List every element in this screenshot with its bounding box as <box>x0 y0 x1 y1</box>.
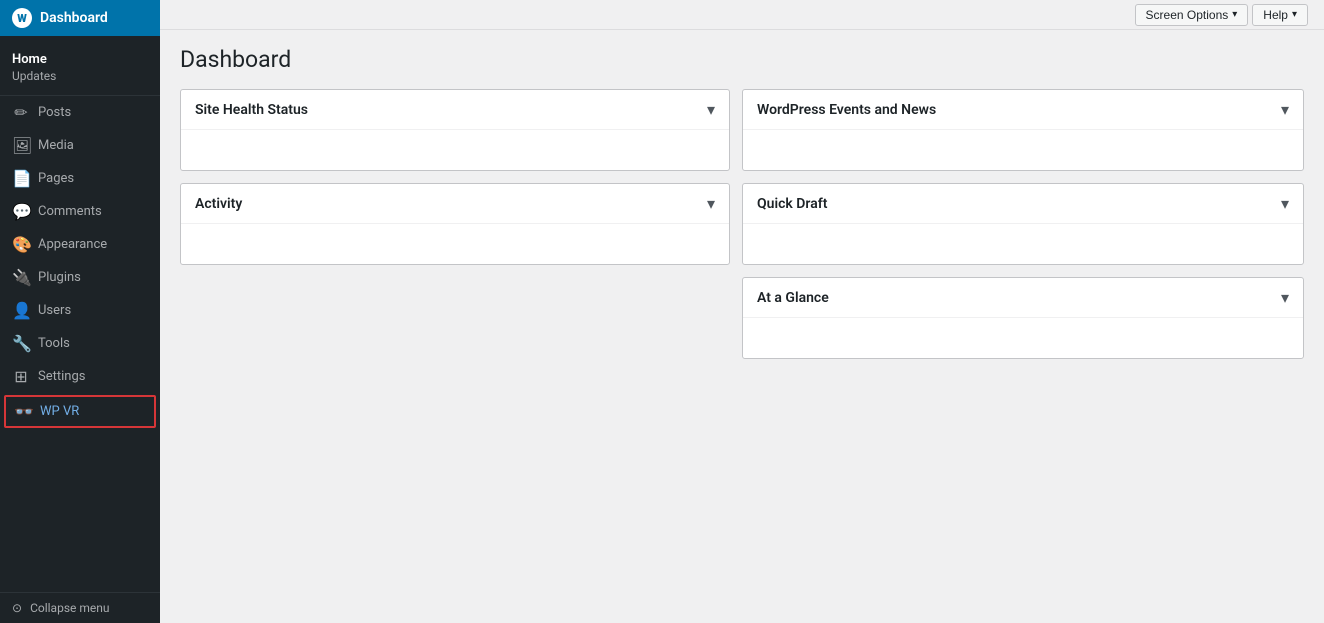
widget-quick-draft-header[interactable]: Quick Draft ▾ <box>743 184 1303 224</box>
widget-at-a-glance-body <box>743 318 1303 358</box>
widget-site-health-header[interactable]: Site Health Status ▾ <box>181 90 729 130</box>
collapse-icon: ⊙ <box>12 601 22 615</box>
sidebar-item-tools-label: Tools <box>38 336 70 351</box>
sidebar-header-label: Dashboard <box>40 10 108 26</box>
settings-icon: ⊞ <box>12 367 30 386</box>
wp-logo-icon <box>12 8 32 28</box>
sidebar-item-plugins[interactable]: 🔌 Plugins <box>0 261 160 294</box>
users-icon: 👤 <box>12 301 30 320</box>
sidebar-item-pages[interactable]: 📄 Pages <box>0 162 160 195</box>
appearance-icon: 🎨 <box>12 235 30 254</box>
sidebar-item-wpvr-label: WP VR <box>40 404 79 419</box>
widget-quick-draft: Quick Draft ▾ <box>742 183 1304 265</box>
widget-column-left: Site Health Status ▾ Activity ▾ <box>180 89 742 359</box>
pages-icon: 📄 <box>12 169 30 188</box>
widget-quick-draft-body <box>743 224 1303 264</box>
widget-column-right: WordPress Events and News ▾ Quick Draft … <box>742 89 1304 359</box>
screen-options-button[interactable]: Screen Options ▾ <box>1135 4 1249 26</box>
page-title: Dashboard <box>180 46 1304 73</box>
plugins-icon: 🔌 <box>12 268 30 287</box>
main-content: Screen Options ▾ Help ▾ Dashboard Site H… <box>160 0 1324 623</box>
widget-site-health-body <box>181 130 729 170</box>
sidebar-item-media[interactable]: 🖼 Media <box>0 129 160 162</box>
widget-site-health-title: Site Health Status <box>195 102 308 118</box>
comments-icon: 💬 <box>12 202 30 221</box>
widget-activity-header[interactable]: Activity ▾ <box>181 184 729 224</box>
widget-activity-toggle[interactable]: ▾ <box>707 194 715 213</box>
widget-at-a-glance-header[interactable]: At a Glance ▾ <box>743 278 1303 318</box>
widget-at-a-glance-title: At a Glance <box>757 290 829 306</box>
sidebar-header[interactable]: Dashboard <box>0 0 160 36</box>
widget-activity-title: Activity <box>195 196 242 212</box>
tools-icon: 🔧 <box>12 334 30 353</box>
sidebar-item-appearance[interactable]: 🎨 Appearance <box>0 228 160 261</box>
sidebar-item-plugins-label: Plugins <box>38 270 81 285</box>
widget-site-health: Site Health Status ▾ <box>180 89 730 171</box>
home-link[interactable]: Home <box>12 52 148 67</box>
dashboard-content: Dashboard Site Health Status ▾ Activity … <box>160 30 1324 623</box>
sidebar-item-comments[interactable]: 💬 Comments <box>0 195 160 228</box>
home-section: Home Updates <box>0 36 160 96</box>
help-chevron: ▾ <box>1292 9 1297 20</box>
sidebar-nav: ✏ Posts 🖼 Media 📄 Pages 💬 Comments 🎨 App… <box>0 96 160 592</box>
media-icon: 🖼 <box>12 136 30 155</box>
sidebar-item-settings-label: Settings <box>38 369 85 384</box>
widget-activity: Activity ▾ <box>180 183 730 265</box>
sidebar-item-wpvr[interactable]: 👓 WP VR <box>4 395 156 428</box>
widget-wp-events-toggle[interactable]: ▾ <box>1281 100 1289 119</box>
widget-wp-events-header[interactable]: WordPress Events and News ▾ <box>743 90 1303 130</box>
sidebar-item-comments-label: Comments <box>38 204 102 219</box>
widget-at-a-glance: At a Glance ▾ <box>742 277 1304 359</box>
sidebar-home: Home Updates <box>0 44 160 87</box>
screen-options-label: Screen Options <box>1146 8 1229 22</box>
sidebar-item-users[interactable]: 👤 Users <box>0 294 160 327</box>
sidebar-item-posts[interactable]: ✏ Posts <box>0 96 160 129</box>
sidebar-item-wpvr-wrapper: 👓 WP VR Get Started Tours Add New Tour W… <box>0 395 160 428</box>
widget-activity-body <box>181 224 729 264</box>
wpvr-icon: 👓 <box>14 402 32 421</box>
sidebar: Dashboard Home Updates ✏ Posts 🖼 Media 📄… <box>0 0 160 623</box>
sidebar-item-settings[interactable]: ⊞ Settings <box>0 360 160 393</box>
widget-at-a-glance-toggle[interactable]: ▾ <box>1281 288 1289 307</box>
collapse-menu-button[interactable]: ⊙ Collapse menu <box>0 592 160 623</box>
updates-link[interactable]: Updates <box>12 67 148 83</box>
screen-options-chevron: ▾ <box>1232 9 1237 20</box>
sidebar-item-appearance-label: Appearance <box>38 237 107 252</box>
widget-site-health-toggle[interactable]: ▾ <box>707 100 715 119</box>
collapse-label: Collapse menu <box>30 601 109 615</box>
sidebar-item-pages-label: Pages <box>38 171 74 186</box>
posts-icon: ✏ <box>12 103 30 122</box>
widget-quick-draft-title: Quick Draft <box>757 196 827 212</box>
widget-quick-draft-toggle[interactable]: ▾ <box>1281 194 1289 213</box>
sidebar-item-users-label: Users <box>38 303 71 318</box>
sidebar-item-tools[interactable]: 🔧 Tools <box>0 327 160 360</box>
help-label: Help <box>1263 8 1288 22</box>
widget-grid: Site Health Status ▾ Activity ▾ <box>180 89 1304 359</box>
sidebar-item-posts-label: Posts <box>38 105 71 120</box>
widget-wp-events-title: WordPress Events and News <box>757 102 936 118</box>
topbar: Screen Options ▾ Help ▾ <box>160 0 1324 30</box>
help-button[interactable]: Help ▾ <box>1252 4 1308 26</box>
widget-wp-events: WordPress Events and News ▾ <box>742 89 1304 171</box>
sidebar-item-media-label: Media <box>38 138 74 153</box>
widget-wp-events-body <box>743 130 1303 170</box>
